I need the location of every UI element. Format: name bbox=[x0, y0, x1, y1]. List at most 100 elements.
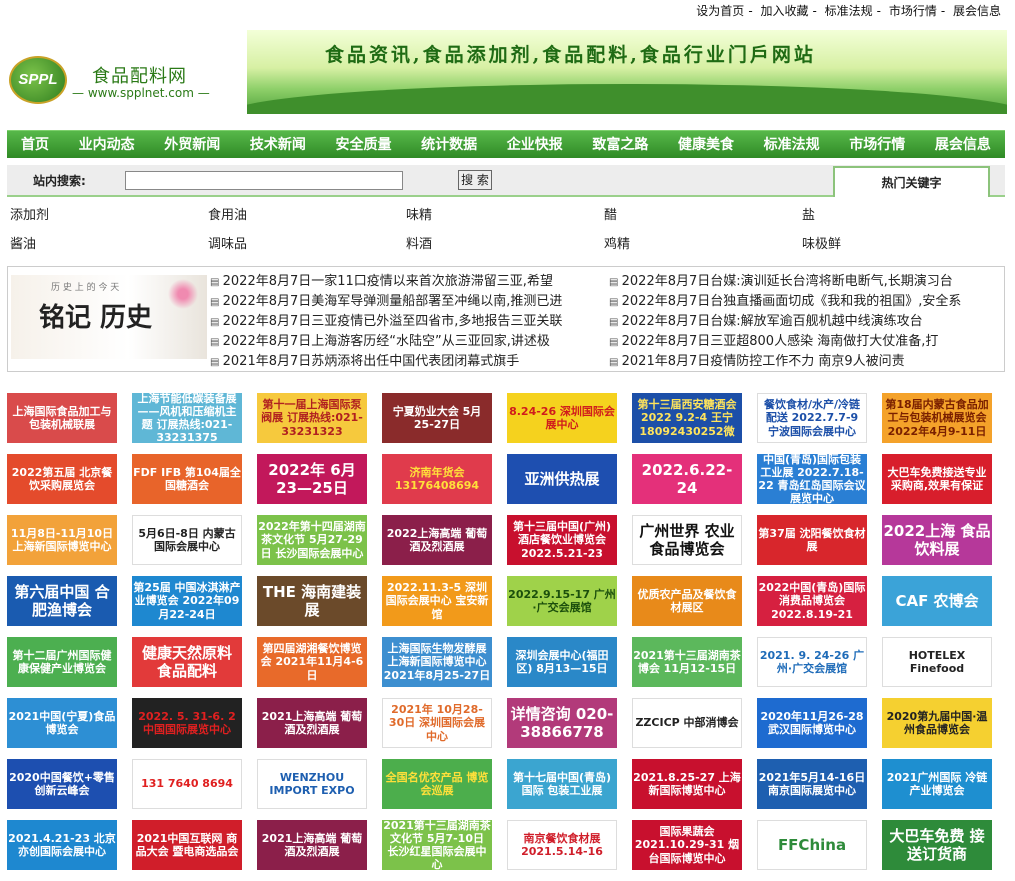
nav-item[interactable]: 首页 bbox=[21, 131, 49, 158]
exhibition-ad[interactable]: 2022.9.15-17 广州·广交会展馆 bbox=[507, 576, 617, 626]
exhibition-ad[interactable]: 深圳会展中心(福田区) 8月13—15日 bbox=[507, 637, 617, 687]
exhibition-ad[interactable]: 大巴车免费 接送订货商 bbox=[882, 820, 992, 870]
exhibition-ad[interactable]: 2022年 6月23—25日 bbox=[257, 454, 367, 504]
exhibition-ad[interactable]: 2022上海高端 葡萄酒及烈酒展 bbox=[382, 515, 492, 565]
exhibition-ad[interactable]: FFChina bbox=[757, 820, 867, 870]
exhibition-ad[interactable]: 详情咨询 020-38866778 bbox=[507, 698, 617, 748]
exhibition-ad[interactable]: 南京餐饮食材展 2021.5.14-16 bbox=[507, 820, 617, 870]
exhibition-ad[interactable]: 第十三届西安糖酒会 2022 9.2-4 王宁 18092430252微 bbox=[632, 393, 742, 443]
nav-item[interactable]: 市场行情 bbox=[849, 131, 905, 158]
nav-item[interactable]: 业内动态 bbox=[79, 131, 135, 158]
exhibition-ad[interactable]: 优质农产品及餐饮食材展区 bbox=[632, 576, 742, 626]
exhibition-ad[interactable]: 健康天然原料 食品配料 bbox=[132, 637, 242, 687]
news-item[interactable]: 2022年8月7日一家11口疫情以来首次旅游滞留三亚,希望 bbox=[210, 270, 600, 290]
exhibition-ad[interactable]: 8.24-26 深圳国际会展中心 bbox=[507, 393, 617, 443]
exhibition-ad[interactable]: 第十二届广州国际健康保健产业博览会 bbox=[7, 637, 117, 687]
exhibition-ad[interactable]: 国际果蔬会 2021.10.29-31 烟台国际博览中心 bbox=[632, 820, 742, 870]
history-today-image[interactable]: 历 史 上 的 今 天 铭记 历史 bbox=[11, 275, 207, 359]
keyword-link[interactable]: 味精 bbox=[406, 204, 604, 233]
exhibition-ad[interactable]: 大巴车免费接送专业采购商,效果有保证 bbox=[882, 454, 992, 504]
news-item[interactable]: 2022年8月7日台独直播画面切成《我和我的祖国》,安全系 bbox=[609, 290, 999, 310]
exhibition-ad[interactable]: 上海国际生物发酵展 上海新国际博览中心 2021年8月25-27日 bbox=[382, 637, 492, 687]
exhibition-ad[interactable]: 济南年货会 13176408694 bbox=[382, 454, 492, 504]
exhibition-ad[interactable]: 广州世界 农业食品博览会 bbox=[632, 515, 742, 565]
exhibition-ad[interactable]: 餐饮食材/水产/冷链配送 2022.7.7-9 宁波国际会展中心 bbox=[757, 393, 867, 443]
exhibition-ad[interactable]: 第十七届中国(青岛)国际 包装工业展 bbox=[507, 759, 617, 809]
exhibition-ad[interactable]: 2022年第十四届湖南茶文化节 5月27-29日 长沙国际会展中心 bbox=[257, 515, 367, 565]
news-item[interactable]: 2022年8月7日台媒:解放军逾百舰机越中线演练攻台 bbox=[609, 310, 999, 330]
exhibition-ad[interactable]: 2020中国餐饮+零售创新云峰会 bbox=[7, 759, 117, 809]
search-input[interactable] bbox=[125, 171, 403, 190]
exhibition-ad[interactable]: 2021第十三届湖南茶文化节 5月7-10日 长沙红星国际会展中心 bbox=[382, 820, 492, 870]
keyword-link[interactable]: 料酒 bbox=[406, 233, 604, 262]
exhibition-ad[interactable]: 11月8日-11月10日 上海新国际博览中心 bbox=[7, 515, 117, 565]
nav-item[interactable]: 外贸新闻 bbox=[164, 131, 220, 158]
exhibition-ad[interactable]: 第十三届中国(广州)酒店餐饮业博览会 2022.5.21-23 bbox=[507, 515, 617, 565]
exhibition-ad[interactable]: 宁夏奶业大会 5月25-27日 bbox=[382, 393, 492, 443]
nav-item[interactable]: 安全质量 bbox=[336, 131, 392, 158]
exhibition-ad[interactable]: 2022上海 食品饮料展 bbox=[882, 515, 992, 565]
news-item[interactable]: 2021年8月7日苏炳添将出任中国代表团闭幕式旗手 bbox=[210, 350, 600, 370]
nav-item[interactable]: 展会信息 bbox=[935, 131, 991, 158]
exhibition-ad[interactable]: 2021中国(宁夏)食品博览会 bbox=[7, 698, 117, 748]
news-item[interactable]: 2022年8月7日上海游客历经“水陆空”从三亚回家,讲述极 bbox=[210, 330, 600, 350]
exhibition-ad[interactable]: 2020年11月26-28 武汉国际博览中心 bbox=[757, 698, 867, 748]
exhibition-ad[interactable]: WENZHOU IMPORT EXPO bbox=[257, 759, 367, 809]
link-set-homepage[interactable]: 设为首页 bbox=[696, 4, 744, 18]
keyword-link[interactable]: 食用油 bbox=[208, 204, 406, 233]
exhibition-ad[interactable]: 2021年5月14-16日 南京国际展览中心 bbox=[757, 759, 867, 809]
exhibition-ad[interactable]: 5月6日-8日 内蒙古国际会展中心 bbox=[132, 515, 242, 565]
news-item[interactable]: 2022年8月7日美海军导弹测量船部署至冲绳以南,推测已进 bbox=[210, 290, 600, 310]
site-logo[interactable]: SPPL bbox=[9, 56, 67, 104]
exhibition-ad[interactable]: 第六届中国 合肥渔博会 bbox=[7, 576, 117, 626]
exhibition-ad[interactable]: 2021.8.25-27 上海新国际博览中心 bbox=[632, 759, 742, 809]
exhibition-ad[interactable]: 上海节能低碳装备展——风机和压缩机主题 订展热线:021-33231375 bbox=[132, 393, 242, 443]
exhibition-ad[interactable]: CAF 农博会 bbox=[882, 576, 992, 626]
exhibition-ad[interactable]: 2020第九届中国·温州食品博览会 bbox=[882, 698, 992, 748]
keyword-link[interactable]: 调味品 bbox=[208, 233, 406, 262]
exhibition-ad[interactable]: FDF IFB 第104届全国糖酒会 bbox=[132, 454, 242, 504]
hot-keywords-tab[interactable]: 热门关键字 bbox=[833, 166, 990, 197]
exhibition-ad[interactable]: 2021上海高端 葡萄酒及烈酒展 bbox=[257, 820, 367, 870]
news-item[interactable]: 2022年8月7日三亚疫情已外溢至四省市,多地报告三亚关联 bbox=[210, 310, 600, 330]
exhibition-ad[interactable]: 131 7640 8694 bbox=[132, 759, 242, 809]
news-item[interactable]: 2022年8月7日台媒:演训延长台湾将断电断气,长期演习台 bbox=[609, 270, 999, 290]
exhibition-ad[interactable]: 2022第五届 北京餐饮采购展览会 bbox=[7, 454, 117, 504]
exhibition-ad[interactable]: 第十一届上海国际泵阀展 订展热线:021-33231323 bbox=[257, 393, 367, 443]
exhibition-ad[interactable]: 2021中国互联网 商品大会 暨电商选品会 bbox=[132, 820, 242, 870]
exhibition-ad[interactable]: 2021. 9. 24-26 广州·广交会展馆 bbox=[757, 637, 867, 687]
keyword-link[interactable]: 盐 bbox=[802, 204, 1000, 233]
nav-item[interactable]: 企业快报 bbox=[507, 131, 563, 158]
exhibition-ad[interactable]: 第25届 中国冰淇淋产业博览会 2022年09月22-24日 bbox=[132, 576, 242, 626]
exhibition-ad[interactable]: 2022.6.22-24 bbox=[632, 454, 742, 504]
link-add-favorite[interactable]: 加入收藏 bbox=[760, 4, 808, 18]
nav-item[interactable]: 标准法规 bbox=[764, 131, 820, 158]
exhibition-ad[interactable]: 第37届 沈阳餐饮食材展 bbox=[757, 515, 867, 565]
exhibition-ad[interactable]: 上海国际食品加工与包装机械联展 bbox=[7, 393, 117, 443]
keyword-link[interactable]: 酱油 bbox=[10, 233, 208, 262]
exhibition-ad[interactable]: 第四届湖湘餐饮博览会 2021年11月4-6日 bbox=[257, 637, 367, 687]
exhibition-ad[interactable]: 2021广州国际 冷链产业博览会 bbox=[882, 759, 992, 809]
exhibition-ad[interactable]: 第18届内蒙古食品加工与包装机械展览会 2022年4月9-11日 bbox=[882, 393, 992, 443]
keyword-link[interactable]: 鸡精 bbox=[604, 233, 802, 262]
exhibition-ad[interactable]: 2022.11.3-5 深圳国际会展中心 宝安新馆 bbox=[382, 576, 492, 626]
keyword-link[interactable]: 添加剂 bbox=[10, 204, 208, 233]
nav-item[interactable]: 统计数据 bbox=[421, 131, 477, 158]
exhibition-ad[interactable]: HOTELEX Finefood bbox=[882, 637, 992, 687]
nav-item[interactable]: 技术新闻 bbox=[250, 131, 306, 158]
news-item[interactable]: 2021年8月7日疫情防控工作不力 南京9人被问责 bbox=[609, 350, 999, 370]
keyword-link[interactable]: 醋 bbox=[604, 204, 802, 233]
exhibition-ad[interactable]: 2022. 5. 31-6. 2 中国国际展览中心 bbox=[132, 698, 242, 748]
exhibition-ad[interactable]: ZZCICP 中部消博会 bbox=[632, 698, 742, 748]
exhibition-ad[interactable]: 亚洲供热展 bbox=[507, 454, 617, 504]
exhibition-ad[interactable]: 2022中国(青岛)国际消费品博览会 2022.8.19-21 bbox=[757, 576, 867, 626]
exhibition-ad[interactable]: 2021.4.21-23 北京亦创国际会展中心 bbox=[7, 820, 117, 870]
exhibition-ad[interactable]: 2021第十三届湖南茶博会 11月12-15日 bbox=[632, 637, 742, 687]
link-exhibitions[interactable]: 展会信息 bbox=[953, 4, 1001, 18]
nav-item[interactable]: 健康美食 bbox=[678, 131, 734, 158]
exhibition-ad[interactable]: 2021上海高端 葡萄酒及烈酒展 bbox=[257, 698, 367, 748]
exhibition-ad[interactable]: 中国(青岛)国际包装工业展 2022.7.18-22 青岛红岛国际会议展览中心 bbox=[757, 454, 867, 504]
link-market[interactable]: 市场行情 bbox=[889, 4, 937, 18]
exhibition-ad[interactable]: THE 海南建装展 bbox=[257, 576, 367, 626]
news-item[interactable]: 2022年8月7日三亚超800人感染 海南做打大仗准备,打 bbox=[609, 330, 999, 350]
